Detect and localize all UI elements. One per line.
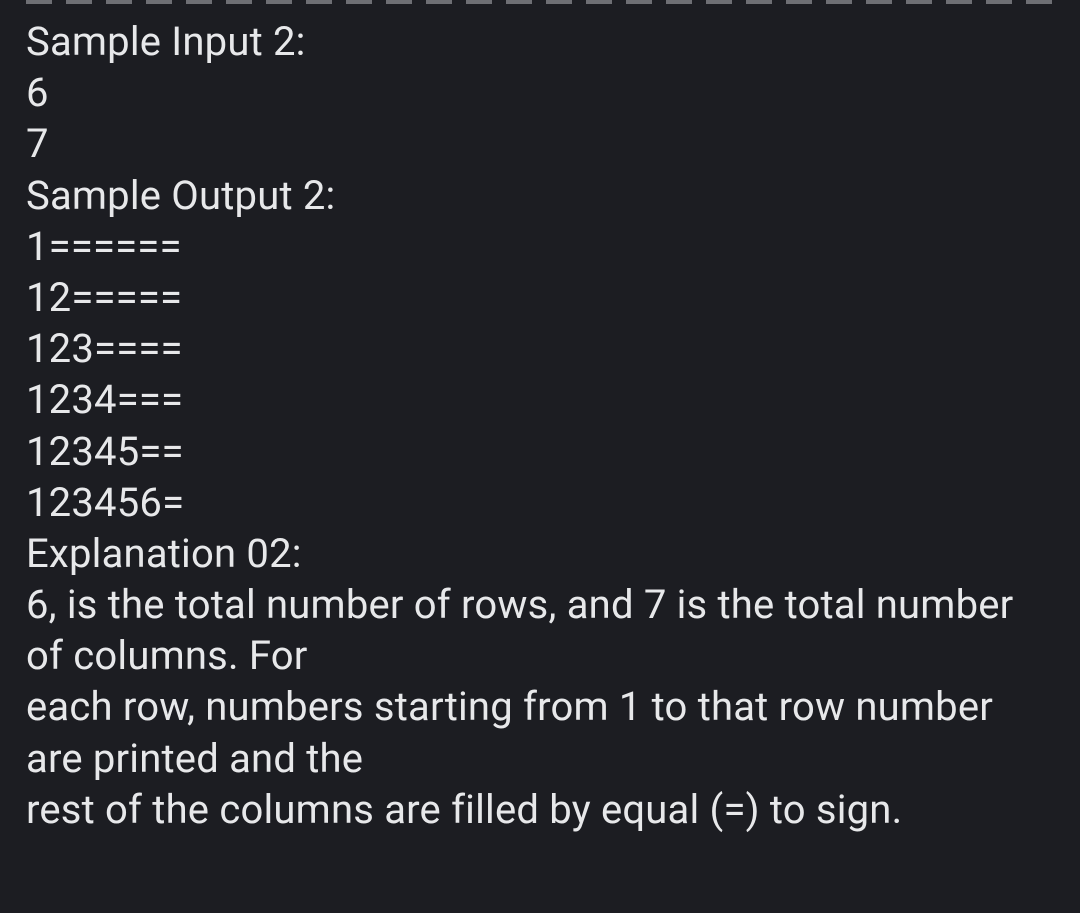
- sample-input-value-1: 6: [26, 67, 1054, 118]
- sample-output-row-2: 12=====: [26, 272, 1054, 323]
- sample-input-value-2: 7: [26, 118, 1054, 169]
- explanation-label: Explanation 02:: [26, 528, 1054, 579]
- explanation-text-3: rest of the columns are filled by equal …: [26, 784, 1054, 835]
- explanation-text-2: each row, numbers starting from 1 to tha…: [26, 681, 1054, 783]
- sample-output-row-5: 12345==: [26, 426, 1054, 477]
- sample-output-row-4: 1234===: [26, 374, 1054, 425]
- document-page: Sample Input 2: 6 7 Sample Output 2: 1==…: [0, 0, 1080, 863]
- sample-output-row-6: 123456=: [26, 477, 1054, 528]
- sample-output-row-3: 123====: [26, 323, 1054, 374]
- sample-input-label: Sample Input 2:: [26, 16, 1054, 67]
- explanation-text-1: 6, is the total number of rows, and 7 is…: [26, 579, 1054, 681]
- top-dashed-divider: [26, 0, 1054, 4]
- sample-output-row-1: 1======: [26, 221, 1054, 272]
- sample-output-label: Sample Output 2:: [26, 170, 1054, 221]
